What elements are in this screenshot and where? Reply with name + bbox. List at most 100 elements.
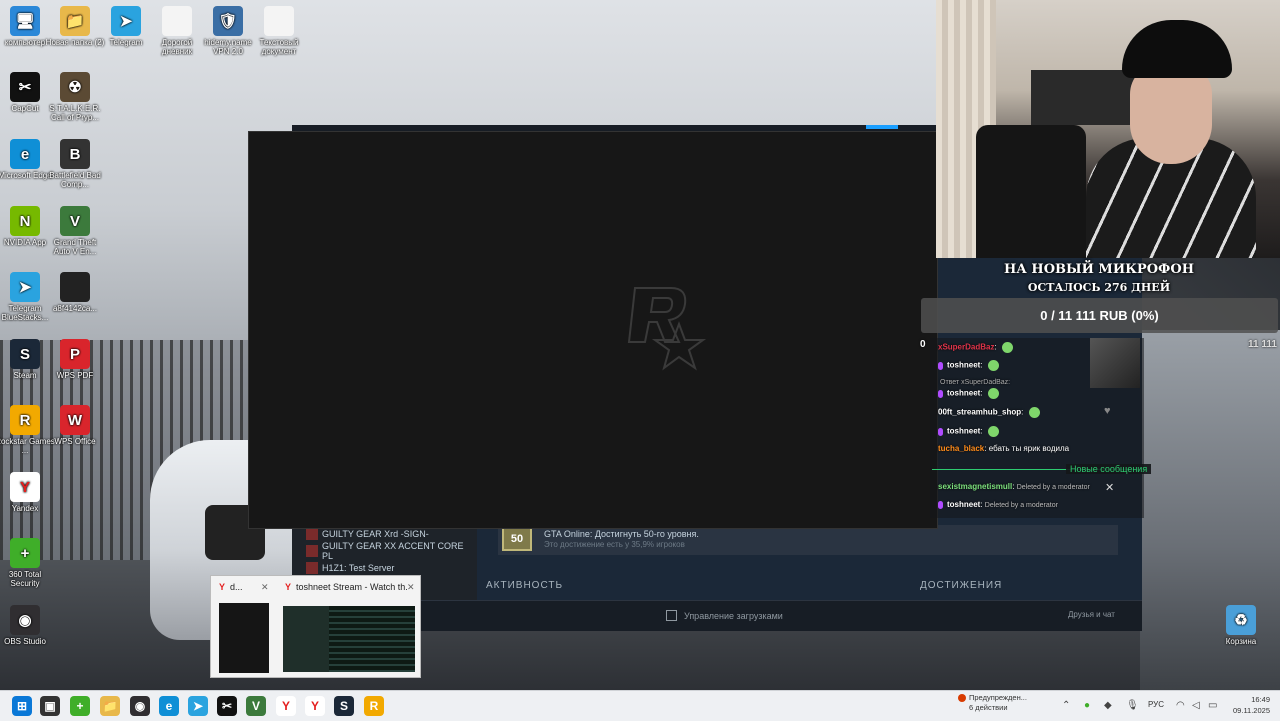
desktop-icon[interactable]: W WPS Office: [45, 405, 105, 446]
yandex-icon[interactable]: Y: [276, 696, 296, 716]
chat-username[interactable]: tucha_black: [938, 444, 984, 453]
desktop-icon-label: Battlefield Bad Comp...: [49, 171, 101, 189]
chat-username[interactable]: toshneet: [947, 427, 980, 436]
app-icon: R: [10, 405, 40, 435]
app-icon: ☢: [60, 72, 90, 102]
achievement-badge: 50: [502, 527, 532, 551]
microphone-badge-icon: [938, 361, 943, 370]
gaming-chair: [976, 125, 1086, 258]
preview-thumbnail-2[interactable]: [283, 606, 415, 672]
task-view-icon[interactable]: ▣: [40, 696, 60, 716]
chat-username[interactable]: toshneet: [947, 500, 980, 509]
manage-downloads-button[interactable]: Управление загрузками: [666, 610, 783, 621]
game-title: GUILTY GEAR Xrd -SIGN-: [322, 528, 429, 539]
friends-chat-button[interactable]: Друзья и чат: [1068, 610, 1115, 619]
telegram-icon[interactable]: ➤: [188, 696, 208, 716]
heart-icon[interactable]: ♥: [1104, 405, 1111, 417]
preview-tab-2[interactable]: Ytoshneet Stream - Watch th...: [285, 582, 407, 592]
desktop-icon[interactable]: ☢ S.T.A.L.K.E.R. Call of Pryp...: [45, 72, 105, 122]
steam-achievements-panel: 50 GTA Online: Достигнуть 50-го уровня. …: [492, 525, 1142, 600]
chat-username[interactable]: 00ft_streamhub_shop: [938, 408, 1021, 417]
wifi-icon[interactable]: ◠: [1176, 700, 1185, 711]
yandex-icon: Y: [285, 582, 292, 592]
app-icon: +: [10, 538, 40, 568]
preview-thumbnail-1[interactable]: [219, 603, 269, 673]
desktop-icon[interactable]: Текстовый документ: [249, 6, 309, 56]
app-icon: 📁: [60, 6, 90, 36]
desktop-icon[interactable]: Y Yandex: [0, 472, 55, 513]
yandex-2-icon[interactable]: Y: [305, 696, 325, 716]
yandex-icon: Y: [219, 582, 226, 592]
shield-icon[interactable]: ◆: [1104, 700, 1112, 711]
volume-icon[interactable]: ◁: [1192, 700, 1200, 711]
taskbar: ⊞ ▣ + 📁 ◉ e ➤ ✂ V Y Y S R Предупрежден... 6 действии…: [0, 690, 1280, 721]
chevron-up-icon[interactable]: ⌃: [1062, 700, 1070, 711]
app-icon: W: [60, 405, 90, 435]
desktop-icon[interactable]: V Grand Theft Auto V En...: [45, 206, 105, 256]
downloads-label: Управление загрузками: [684, 610, 783, 621]
desktop-icon[interactable]: P WPS PDF: [45, 339, 105, 380]
desktop-icon-label: Grand Theft Auto V En...: [53, 238, 97, 256]
streamer: [1086, 20, 1256, 258]
close-icon[interactable]: ✕: [407, 582, 415, 593]
close-icon[interactable]: ✕: [261, 582, 269, 593]
chat-message: 00ft_streamhub_shop:: [938, 407, 1040, 418]
desktop-icon[interactable]: ◉ OBS Studio: [0, 605, 55, 646]
chat-username[interactable]: toshneet: [947, 389, 980, 398]
achievement-card[interactable]: 50 GTA Online: Достигнуть 50-го уровня. …: [498, 525, 1118, 555]
app-icon: e: [10, 139, 40, 169]
microphone-badge-icon: [938, 427, 943, 436]
desktop-icon-label: WPS PDF: [56, 371, 94, 380]
app-icon: [60, 272, 90, 302]
desktop-icon-label: Текстовый документ: [259, 38, 299, 56]
desktop-icon[interactable]: B Battlefield Bad Comp...: [45, 139, 105, 189]
chat-message: tucha_black: ебать ты ярик водила: [938, 444, 1070, 453]
game-title: H1Z1: Test Server: [322, 562, 395, 573]
rockstar-icon[interactable]: R: [364, 696, 384, 716]
gta-v-icon[interactable]: V: [246, 696, 266, 716]
desktop-icon[interactable]: ♻ Корзина: [1211, 605, 1271, 646]
goal-title: НА НОВЫЙ МИКРОФОН: [1004, 262, 1194, 277]
360-tray-icon[interactable]: ●: [1084, 700, 1090, 711]
app-icon: ♻: [1226, 605, 1256, 635]
app-icon: ➤: [10, 272, 40, 302]
clock-time: 16:49: [1251, 695, 1270, 704]
chat-username[interactable]: toshneet: [947, 361, 980, 370]
app-icon: P: [60, 339, 90, 369]
rockstar-splash-window: [248, 131, 938, 529]
chat-username[interactable]: xSuperDadBaz: [938, 343, 994, 352]
file-explorer-icon[interactable]: 📁: [100, 696, 120, 716]
emote-icon: [987, 426, 999, 437]
chat-username[interactable]: sexistmagnetismull: [938, 482, 1012, 491]
360-security-icon[interactable]: +: [70, 696, 90, 716]
desktop-icon[interactable]: +360 Total Security: [0, 538, 55, 588]
clock[interactable]: 16:49 09.11.2025: [1222, 694, 1270, 716]
app-icon: N: [10, 206, 40, 236]
steam-icon[interactable]: S: [334, 696, 354, 716]
capcut-icon[interactable]: ✂: [217, 696, 237, 716]
preview-tab-1[interactable]: Yd...: [219, 582, 259, 592]
chat-reply-context: Ответ xSuperDadBaz:: [940, 379, 1011, 386]
battery-icon[interactable]: ▭: [1208, 700, 1217, 711]
library-game-row[interactable]: GUILTY GEAR XX ACCENT CORE PL: [292, 541, 477, 561]
microphone-badge-icon: [938, 389, 943, 398]
edge-icon[interactable]: e: [159, 696, 179, 716]
desktop-icon-label: a8f4142ca...: [52, 304, 98, 313]
library-game-row[interactable]: H1Z1: Test Server: [292, 559, 477, 576]
game-icon: [306, 544, 318, 557]
emote-icon: [987, 388, 999, 399]
taskbar-preview: Yd... ✕ Ytoshneet Stream - Watch th... ✕: [210, 575, 421, 678]
language-indicator[interactable]: РУС: [1148, 700, 1164, 709]
chat-message: toshneet:: [938, 360, 999, 371]
microphone-icon[interactable]: 🎙: [1126, 700, 1139, 711]
warning-icon: [958, 694, 966, 703]
preview-tab-2-title: toshneet Stream - Watch th...: [296, 582, 407, 592]
desktop-icon-label: 360 Total Security: [8, 570, 42, 588]
tray-notification[interactable]: Предупрежден... 6 действии: [958, 693, 1058, 713]
close-icon[interactable]: ✕: [1105, 481, 1114, 494]
emote-icon: [987, 360, 999, 371]
windows-start-icon[interactable]: ⊞: [12, 696, 32, 716]
clock-date: 09.11.2025: [1233, 706, 1270, 715]
obs-icon[interactable]: ◉: [130, 696, 150, 716]
desktop-icon[interactable]: a8f4142ca...: [45, 272, 105, 313]
